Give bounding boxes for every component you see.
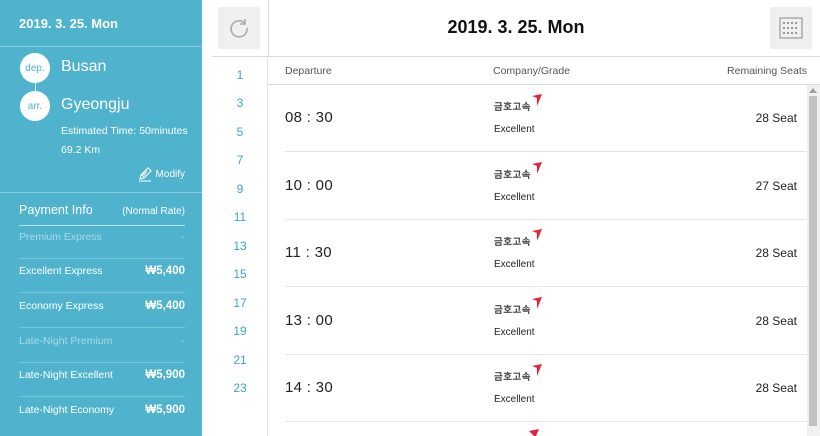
scroll-up-arrow-icon[interactable] — [809, 88, 817, 93]
divider — [19, 225, 185, 226]
sidebar-date: 2019. 3. 25. Mon — [19, 16, 118, 31]
departure-time: 11 : 30 — [285, 244, 332, 261]
scrollbar-thumb[interactable] — [809, 96, 817, 426]
hour-link[interactable]: 13 — [212, 239, 268, 253]
company-logo: 금호고속 — [494, 93, 543, 113]
hour-link[interactable]: 19 — [212, 324, 268, 338]
departure-time: 14 : 30 — [285, 379, 333, 396]
modify-label: Modify — [155, 168, 185, 180]
table-row[interactable]: 14 : 30 금호고속 Excellent 28 Seat — [285, 355, 807, 422]
remaining-seats: 28 Seat — [755, 246, 797, 260]
column-header-company: Company/Grade — [493, 65, 571, 77]
payment-info-title: Payment Info — [19, 203, 93, 217]
fare-row: Excellent Express ₩5,400 — [19, 265, 185, 277]
table-row[interactable]: 10 : 00 금호고속 Excellent 27 Seat — [285, 153, 807, 220]
fare-row: Late-Night Premium - — [19, 335, 185, 347]
table-header: Departure Company/Grade Remaining Seats — [285, 65, 807, 85]
company-logo: 금호고속 — [494, 363, 543, 383]
kumho-swoosh-icon — [531, 229, 542, 241]
page-title: 2019. 3. 25. Mon — [447, 17, 585, 37]
estimated-time: Estimated Time: 50minutes — [61, 125, 188, 137]
fare-row: Late-Night Excellent ₩5,900 — [19, 369, 185, 381]
hour-link[interactable]: 15 — [212, 267, 268, 281]
header-bar: 2019. 3. 25. Mon — [212, 0, 820, 57]
fare-name: Economy Express — [19, 300, 104, 312]
fare-price: ₩5,900 — [145, 404, 185, 416]
fare-price: - — [181, 231, 186, 243]
company-name: 금호고속 — [494, 237, 531, 248]
table-row[interactable]: 11 : 30 금호고속 Excellent 28 Seat — [285, 220, 807, 287]
fare-name: Late-Night Excellent — [19, 369, 113, 381]
departure-city: Busan — [61, 58, 107, 75]
bus-grade: Excellent — [494, 192, 535, 203]
divider — [0, 46, 202, 47]
remaining-seats: 28 Seat — [755, 111, 797, 125]
fare-row: Premium Express - — [19, 231, 185, 243]
company-name: 금호고속 — [494, 305, 531, 316]
hour-link[interactable]: 5 — [212, 125, 268, 139]
fare-name: Excellent Express — [19, 265, 103, 277]
hour-link[interactable]: 1 — [212, 68, 268, 82]
hour-link[interactable]: 21 — [212, 353, 268, 367]
hour-link[interactable]: 9 — [212, 182, 268, 196]
kumho-swoosh-icon — [529, 429, 539, 436]
fare-name: Late-Night Economy — [19, 404, 115, 416]
divider — [19, 258, 185, 259]
fare-row: Economy Express ₩5,400 — [19, 300, 185, 312]
divider — [0, 192, 202, 193]
hour-link[interactable]: 11 — [212, 210, 268, 224]
remaining-seats: 28 Seat — [755, 381, 797, 395]
departure-time: 13 : 00 — [285, 312, 333, 329]
table-row[interactable]: 08 : 30 금호고속 Excellent 28 Seat — [285, 85, 807, 152]
hour-link[interactable]: 17 — [212, 296, 268, 310]
calendar-icon — [779, 17, 803, 39]
bus-grade: Excellent — [494, 394, 535, 405]
arrival-city: Gyeongju — [61, 96, 130, 113]
company-name: 금호고속 — [494, 372, 531, 383]
bus-grade: Excellent — [494, 124, 535, 135]
fare-name: Premium Express — [19, 231, 102, 243]
company-logo: 금호고속 — [494, 161, 543, 181]
pencil-icon — [138, 167, 152, 182]
calendar-button[interactable] — [770, 7, 812, 49]
hour-link[interactable]: 7 — [212, 153, 268, 167]
fare-price: ₩5,400 — [145, 265, 185, 277]
arrival-badge: arr. — [20, 91, 50, 121]
kumho-swoosh-icon — [531, 364, 542, 376]
bus-grade: Excellent — [494, 327, 535, 338]
hour-filter-column: 1 3 5 7 9 11 13 15 17 19 21 23 — [212, 57, 268, 436]
divider — [19, 362, 185, 363]
company-logo: 금호고속 — [494, 228, 543, 248]
divider — [19, 327, 185, 328]
kumho-swoosh-icon — [531, 94, 542, 106]
column-header-seats: Remaining Seats — [727, 65, 807, 77]
kumho-swoosh-icon — [531, 297, 542, 309]
hour-link[interactable]: 23 — [212, 381, 268, 395]
hour-link[interactable]: 3 — [212, 96, 268, 110]
company-name: 금호고속 — [494, 102, 531, 113]
remaining-seats: 28 Seat — [755, 314, 797, 328]
fare-price: ₩5,400 — [145, 300, 185, 312]
fare-row: Late-Night Economy ₩5,900 — [19, 404, 185, 416]
divider — [19, 396, 185, 397]
table-row[interactable]: 13 : 00 금호고속 Excellent 28 Seat — [285, 288, 807, 355]
fare-price: ₩5,900 — [145, 369, 185, 381]
company-name: 금호고속 — [494, 170, 531, 181]
divider — [19, 292, 185, 293]
fare-price: - — [181, 335, 186, 347]
rate-label: (Normal Rate) — [122, 206, 185, 217]
departure-time: 08 : 30 — [285, 109, 333, 126]
bus-grade: Excellent — [494, 259, 535, 270]
departure-time: 10 : 00 — [285, 177, 333, 194]
company-logo: 금호고속 — [494, 296, 543, 316]
fare-name: Late-Night Premium — [19, 335, 113, 347]
distance: 69.2 Km — [61, 144, 101, 156]
departure-badge: dep. — [20, 53, 50, 83]
modify-button[interactable]: Modify — [137, 166, 185, 182]
app-root: 2019. 3. 25. Mon dep. Busan arr. Gyeongj… — [0, 0, 820, 436]
sidebar: 2019. 3. 25. Mon dep. Busan arr. Gyeongj… — [0, 0, 202, 436]
column-header-departure: Departure — [285, 65, 332, 77]
remaining-seats: 27 Seat — [755, 179, 797, 193]
kumho-swoosh-icon — [531, 162, 542, 174]
